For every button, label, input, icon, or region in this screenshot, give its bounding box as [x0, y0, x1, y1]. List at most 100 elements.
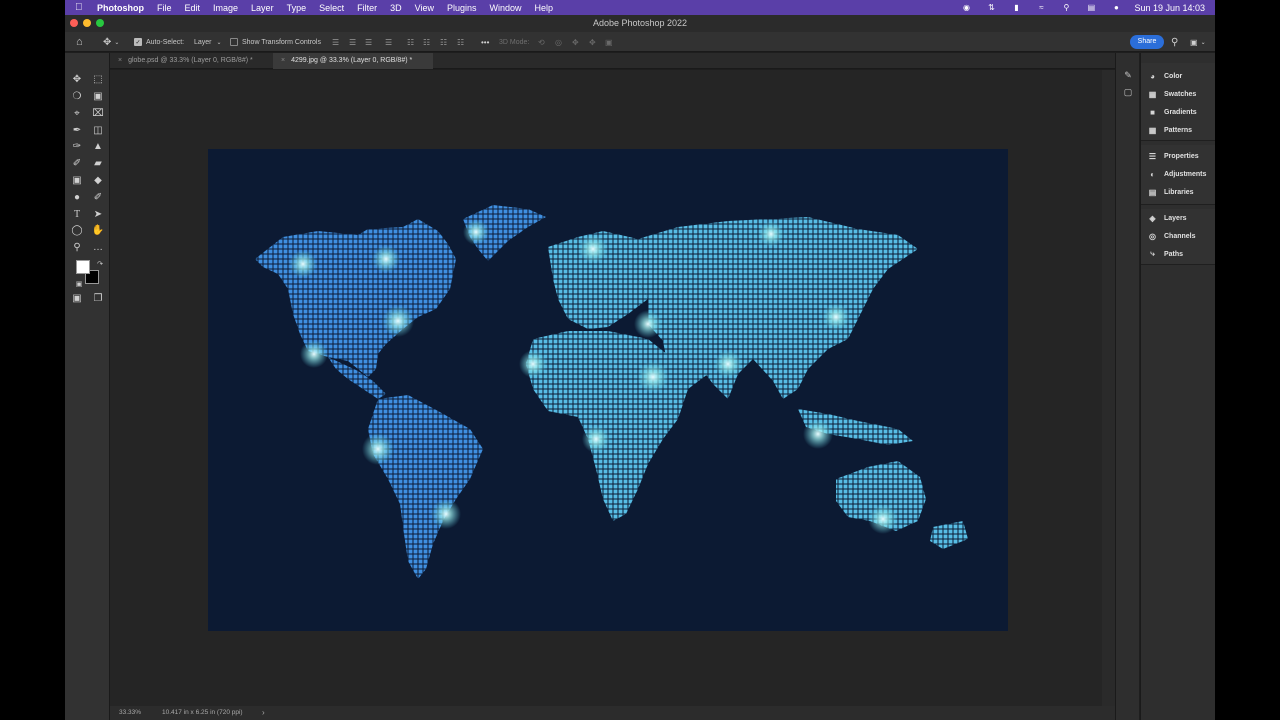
workspace-icon[interactable]: ▣ ⌄: [1190, 32, 1206, 52]
panel-adjustments[interactable]: ◐ Adjustments: [1147, 165, 1206, 183]
path-selection-tool-icon[interactable]: ➤: [90, 207, 106, 221]
menu-file[interactable]: File: [157, 3, 172, 13]
panel-channels[interactable]: ◎ Channels: [1147, 227, 1196, 245]
menubar-clock[interactable]: Sun 19 Jun 14:03: [1134, 3, 1205, 13]
canvas-area[interactable]: [110, 70, 1103, 706]
3d-orbit-icon[interactable]: ⟲: [538, 32, 545, 52]
frame-tool-icon[interactable]: ⌧: [90, 106, 106, 120]
spot-healing-tool-icon[interactable]: ◫: [90, 123, 106, 137]
foreground-color-swatch[interactable]: [76, 260, 90, 274]
minimize-window-button[interactable]: [83, 19, 91, 27]
move-tool-preset-icon[interactable]: ✥ ⌄: [103, 32, 119, 52]
share-button[interactable]: Share: [1130, 35, 1164, 49]
menu-window[interactable]: Window: [490, 3, 522, 13]
3d-pan-icon[interactable]: ✥: [572, 32, 579, 52]
panel-label: Adjustments: [1164, 170, 1207, 178]
move-tool-icon[interactable]: ✥: [69, 72, 85, 86]
blur-tool-icon[interactable]: ◆: [90, 173, 106, 187]
align-top-icon[interactable]: ☷: [407, 32, 414, 52]
search-icon[interactable]: ⚲: [1059, 3, 1073, 13]
ellipse-tool-icon[interactable]: ◯: [69, 223, 85, 237]
wifi-icon[interactable]: ≈: [1034, 3, 1048, 13]
object-selection-tool-icon[interactable]: ▣: [90, 89, 106, 103]
panel-label: Properties: [1164, 152, 1199, 160]
menu-layer[interactable]: Layer: [251, 3, 274, 13]
dodge-tool-icon[interactable]: ●: [69, 190, 85, 204]
panel-libraries[interactable]: ▤ Libraries: [1147, 183, 1194, 201]
menu-app-photoshop[interactable]: Photoshop: [97, 3, 144, 13]
align-left-icon[interactable]: ☰: [332, 32, 339, 52]
more-options-icon[interactable]: •••: [481, 32, 489, 52]
menu-3d[interactable]: 3D: [390, 3, 402, 13]
pen-tool-icon[interactable]: ✐: [90, 190, 106, 204]
3d-roll-icon[interactable]: ◎: [555, 32, 562, 52]
search-icon[interactable]: ⚲: [1171, 32, 1178, 52]
siri-icon[interactable]: ●: [1109, 3, 1123, 13]
vertical-scrollbar[interactable]: [1102, 70, 1115, 706]
chevron-right-icon[interactable]: ›: [262, 708, 265, 717]
screen:  Photoshop File Edit Image Layer Type S…: [0, 0, 1280, 720]
brush-tool-icon[interactable]: ✑: [69, 139, 85, 153]
panel-paths[interactable]: ⤷ Paths: [1147, 245, 1183, 263]
auto-select-dropdown[interactable]: Layer ⌄: [194, 32, 222, 52]
align-center-icon[interactable]: ☰: [349, 32, 356, 52]
align-middle-icon[interactable]: ☷: [423, 32, 430, 52]
3d-slide-icon[interactable]: ✥: [589, 32, 596, 52]
gradient-tool-icon[interactable]: ▣: [69, 173, 85, 187]
clone-stamp-tool-icon[interactable]: ▲: [90, 139, 106, 153]
zoom-level[interactable]: 33.33%: [119, 709, 141, 716]
menu-view[interactable]: View: [415, 3, 434, 13]
quick-mask-icon[interactable]: ▣: [69, 291, 85, 305]
comments-panel-icon[interactable]: ▢: [1122, 86, 1134, 98]
history-brush-tool-icon[interactable]: ✐: [69, 156, 85, 170]
default-colors-icon[interactable]: ▣: [71, 277, 87, 291]
eyedropper-tool-icon[interactable]: ✒: [69, 123, 85, 137]
document-canvas[interactable]: [208, 149, 1008, 631]
zoom-tool-icon[interactable]: ⚲: [69, 240, 85, 254]
zoom-window-button[interactable]: [96, 19, 104, 27]
auto-select-checkbox[interactable]: ✓ Auto-Select:: [134, 32, 184, 52]
distribute-icon[interactable]: ☰: [385, 32, 392, 52]
document-info[interactable]: 10.417 in x 6.25 in (720 ppi): [162, 709, 243, 716]
menu-edit[interactable]: Edit: [185, 3, 201, 13]
align-bottom-icon[interactable]: ☷: [440, 32, 447, 52]
tab-4299-jpg[interactable]: × 4299.jpg @ 33.3% (Layer 0, RGB/8#) *: [273, 53, 433, 69]
apple-icon[interactable]: : [75, 2, 87, 13]
lasso-tool-icon[interactable]: ❍: [69, 89, 85, 103]
swap-colors-icon[interactable]: ↷: [92, 257, 108, 271]
creative-cloud-icon[interactable]: ◉: [959, 3, 973, 13]
history-panel-icon[interactable]: ✎: [1122, 69, 1134, 81]
battery-icon[interactable]: ▮: [1009, 3, 1023, 13]
menu-type[interactable]: Type: [287, 3, 307, 13]
home-icon[interactable]: ⌂: [76, 32, 83, 52]
panel-properties[interactable]: ☰ Properties: [1147, 147, 1199, 165]
type-tool-icon[interactable]: T: [69, 207, 85, 221]
menu-plugins[interactable]: Plugins: [447, 3, 477, 13]
menu-filter[interactable]: Filter: [357, 3, 377, 13]
menu-image[interactable]: Image: [213, 3, 238, 13]
menu-select[interactable]: Select: [319, 3, 344, 13]
close-tab-icon[interactable]: ×: [118, 57, 122, 64]
eraser-tool-icon[interactable]: ▰: [90, 156, 106, 170]
close-window-button[interactable]: [70, 19, 78, 27]
panel-label: Layers: [1164, 214, 1187, 222]
panel-swatches[interactable]: ▦ Swatches: [1147, 85, 1197, 103]
tab-globe-psd[interactable]: × globe.psd @ 33.3% (Layer 0, RGB/8#) *: [110, 53, 273, 69]
crop-tool-icon[interactable]: ⌖: [69, 106, 85, 120]
screen-mode-icon[interactable]: ❐: [90, 291, 106, 305]
marquee-tool-icon[interactable]: ⬚: [90, 72, 106, 86]
control-icon[interactable]: ⇅: [984, 3, 998, 13]
edit-toolbar-icon[interactable]: …: [90, 240, 106, 254]
hand-tool-icon[interactable]: ✋: [90, 223, 106, 237]
panel-gradients[interactable]: ■ Gradients: [1147, 103, 1197, 121]
distribute-vertical-icon[interactable]: ☷: [457, 32, 464, 52]
menu-help[interactable]: Help: [535, 3, 554, 13]
close-tab-icon[interactable]: ×: [281, 57, 285, 64]
panel-color[interactable]: ◕ Color: [1147, 67, 1182, 85]
show-transform-controls-checkbox[interactable]: Show Transform Controls: [230, 32, 321, 52]
panel-layers[interactable]: ◈ Layers: [1147, 209, 1187, 227]
control-center-icon[interactable]: ▤: [1084, 3, 1098, 13]
panel-patterns[interactable]: ▦ Patterns: [1147, 121, 1192, 139]
align-right-icon[interactable]: ☰: [365, 32, 372, 52]
3d-scale-icon[interactable]: ▣: [605, 32, 613, 52]
